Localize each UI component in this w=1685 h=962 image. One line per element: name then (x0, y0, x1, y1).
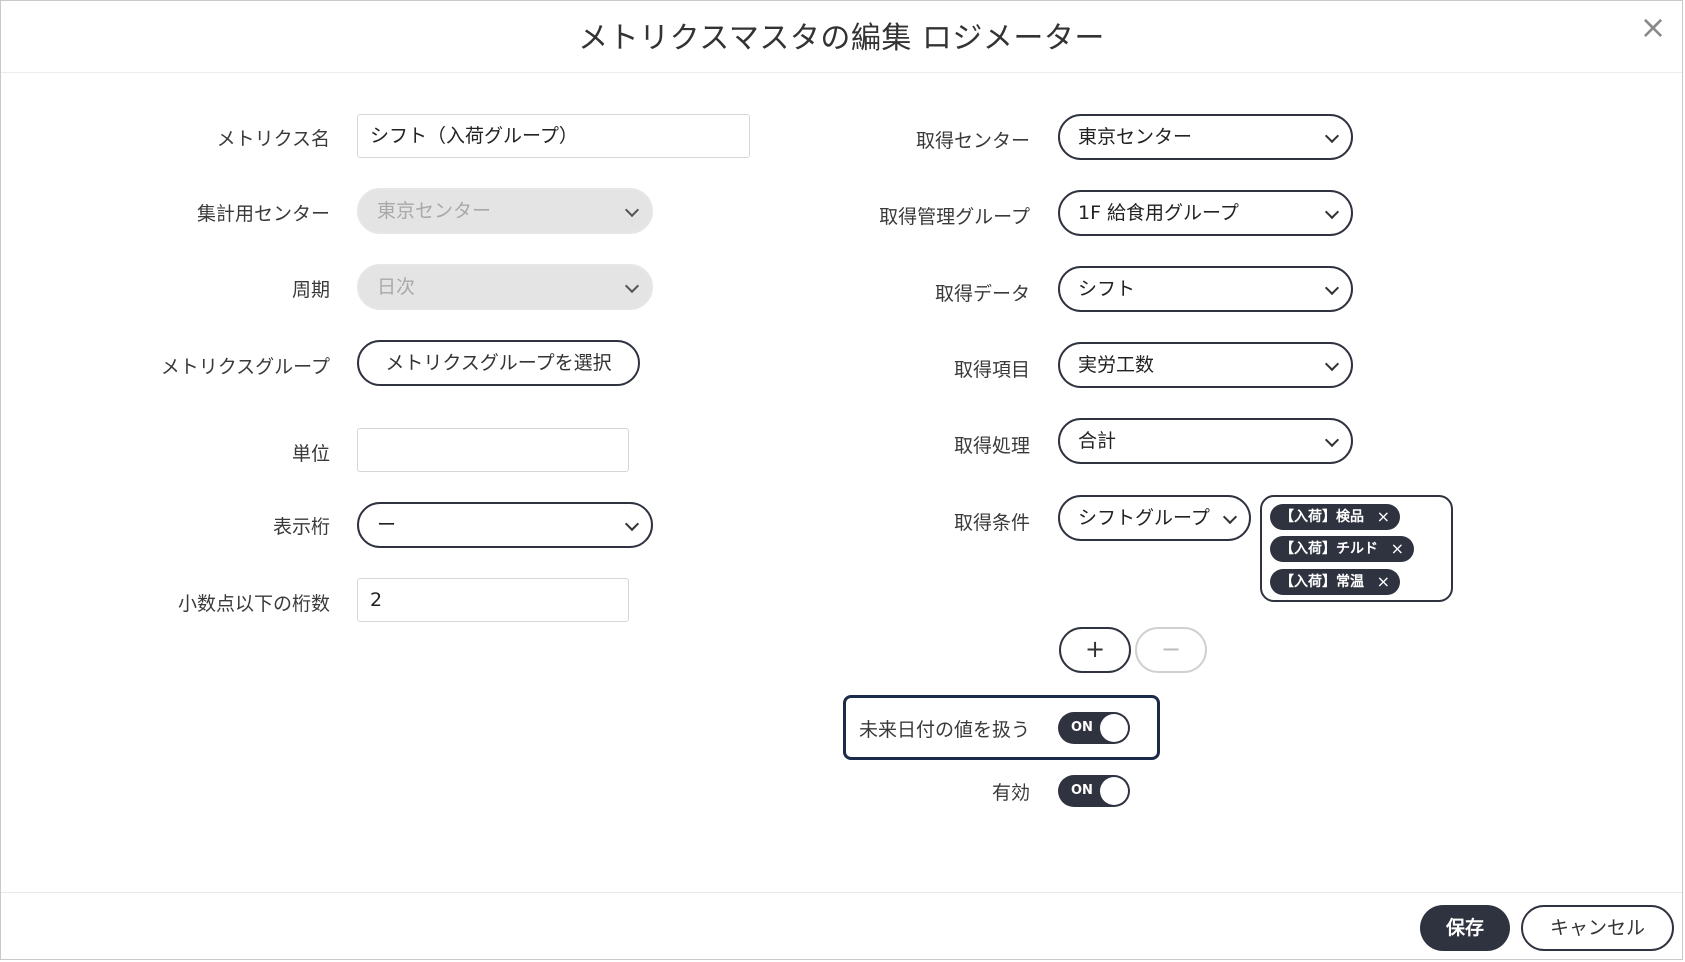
acq-condition-select[interactable]: シフトグループ (1058, 495, 1251, 541)
condition-tag-label: 【入荷】常温 (1280, 574, 1364, 590)
unit-input[interactable] (357, 428, 629, 472)
period-value: 日次 (377, 276, 416, 298)
future-values-label: 未来日付の値を扱う (858, 719, 1030, 741)
acq-process-label: 取得処理 (953, 435, 1030, 457)
display-digits-value: ー (377, 514, 397, 536)
agg-center-label: 集計用センター (196, 203, 330, 225)
close-icon[interactable]: × (1638, 11, 1668, 43)
future-values-toggle[interactable]: ON (1058, 712, 1130, 744)
chevron-down-icon (1324, 356, 1340, 372)
metric-group-label: メトリクスグループ (160, 356, 330, 378)
footer-divider (1, 892, 1682, 893)
acq-group-value: 1F 給食用グループ (1078, 202, 1239, 224)
acq-process-select[interactable]: 合計 (1058, 418, 1353, 464)
dialog-title: メトリクスマスタの編集 ロジメーター (578, 21, 1105, 56)
acq-condition-value: シフトグループ (1078, 507, 1210, 529)
period-select: 日次 (357, 264, 653, 310)
remove-condition-button[interactable]: − (1135, 627, 1207, 673)
acq-condition-label: 取得条件 (953, 512, 1030, 534)
acq-center-select[interactable]: 東京センター (1058, 114, 1353, 160)
chevron-down-icon (624, 202, 640, 218)
acq-group-label: 取得管理グループ (879, 206, 1030, 228)
agg-center-select: 東京センター (357, 188, 653, 234)
condition-tags-box[interactable]: 【入荷】検品 × 【入荷】チルド × 【入荷】常温 × (1260, 495, 1453, 602)
remove-tag-icon[interactable]: × (1391, 536, 1404, 562)
chevron-down-icon (624, 278, 640, 294)
acq-data-select[interactable]: シフト (1058, 266, 1353, 312)
decimal-digits-input[interactable]: 2 (357, 578, 629, 622)
edit-metric-dialog: メトリクスマスタの編集 ロジメーター × メトリクス名 シフト（入荷グループ） … (0, 0, 1683, 960)
decimal-digits-label: 小数点以下の桁数 (177, 593, 330, 615)
chevron-down-icon (1324, 204, 1340, 220)
enabled-label: 有効 (991, 782, 1030, 804)
toggle-knob (1100, 714, 1128, 742)
acq-group-select[interactable]: 1F 給食用グループ (1058, 190, 1353, 236)
chevron-down-icon (1324, 128, 1340, 144)
metric-name-label: メトリクス名 (216, 128, 330, 150)
acq-center-value: 東京センター (1078, 126, 1193, 148)
condition-tag-label: 【入荷】チルド (1280, 541, 1378, 557)
acq-center-label: 取得センター (915, 130, 1030, 152)
acq-item-value: 実労工数 (1078, 354, 1155, 376)
remove-tag-icon[interactable]: × (1377, 569, 1390, 595)
chevron-down-icon (1222, 509, 1238, 525)
condition-tag: 【入荷】常温 × (1270, 569, 1400, 595)
condition-tag-label: 【入荷】検品 (1280, 509, 1364, 525)
acq-item-label: 取得項目 (953, 359, 1030, 381)
chevron-down-icon (624, 516, 640, 532)
toggle-state-text: ON (1071, 783, 1093, 798)
display-digits-label: 表示桁 (272, 516, 330, 538)
unit-label: 単位 (291, 443, 330, 465)
enabled-toggle[interactable]: ON (1058, 775, 1130, 807)
acq-item-select[interactable]: 実労工数 (1058, 342, 1353, 388)
select-metric-group-button[interactable]: メトリクスグループを選択 (357, 340, 640, 386)
save-button[interactable]: 保存 (1420, 905, 1510, 951)
display-digits-select[interactable]: ー (357, 502, 653, 548)
condition-tag: 【入荷】検品 × (1270, 504, 1400, 530)
acq-data-value: シフト (1078, 278, 1136, 300)
remove-tag-icon[interactable]: × (1377, 504, 1390, 530)
condition-tag: 【入荷】チルド × (1270, 536, 1414, 562)
metric-name-input[interactable]: シフト（入荷グループ） (357, 114, 750, 158)
chevron-down-icon (1324, 432, 1340, 448)
toggle-knob (1100, 777, 1128, 805)
add-condition-button[interactable]: + (1059, 627, 1131, 673)
agg-center-value: 東京センター (377, 200, 492, 222)
cancel-button[interactable]: キャンセル (1521, 905, 1674, 951)
toggle-state-text: ON (1071, 720, 1093, 735)
period-label: 周期 (291, 279, 330, 301)
chevron-down-icon (1324, 280, 1340, 296)
acq-data-label: 取得データ (934, 283, 1030, 305)
acq-process-value: 合計 (1078, 430, 1117, 452)
header-divider (1, 72, 1682, 73)
